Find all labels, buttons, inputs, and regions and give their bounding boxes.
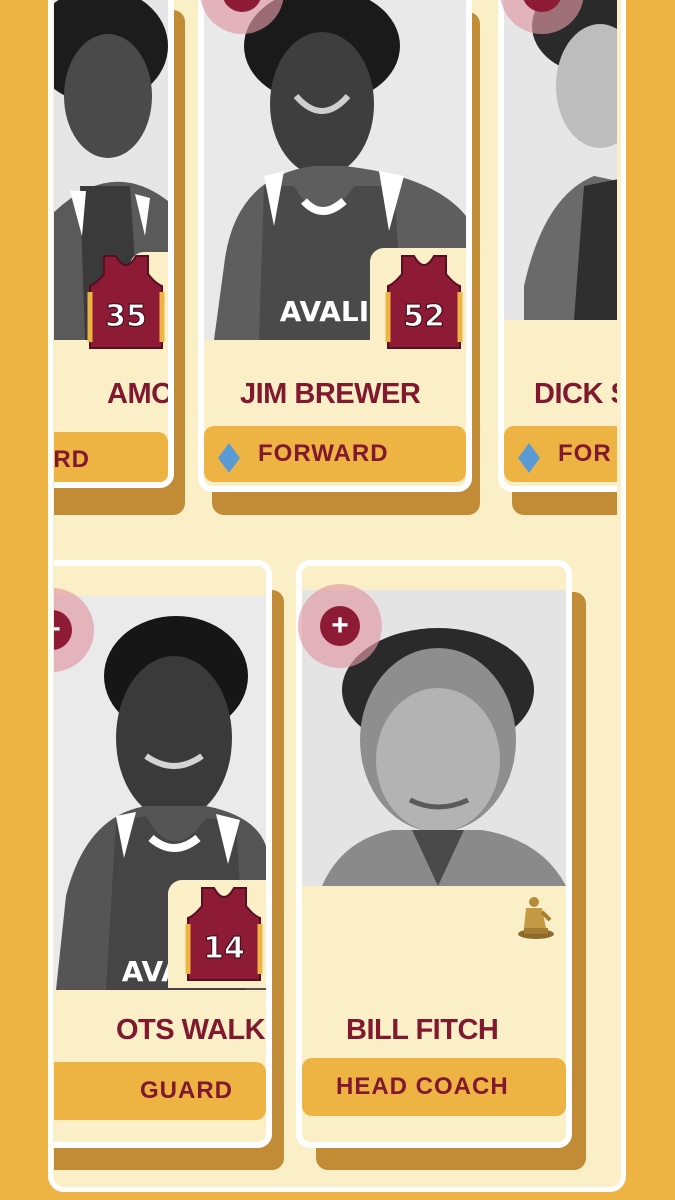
add-button[interactable]: + [298, 584, 382, 668]
jersey-icon: 52 [385, 255, 463, 349]
jersey-icon: 35 [87, 255, 165, 349]
jersey-number: 14 [203, 931, 245, 966]
player-photo [504, 0, 617, 320]
roster-screen: AMONS RD 35 [0, 0, 675, 1200]
player-name: JIM BREWER [240, 378, 421, 410]
coach-name: BILL FITCH [346, 1014, 499, 1046]
position-button[interactable]: HEAD COACH [302, 1058, 566, 1116]
position-label: FOR [558, 440, 612, 467]
player-card-1[interactable]: AMONS RD [54, 0, 174, 488]
roster-scroll-area[interactable]: AMONS RD 35 [54, 0, 617, 1200]
player-name: AMONS [107, 378, 174, 410]
position-button[interactable]: FOR [504, 426, 617, 482]
position-button[interactable]: GUARD [54, 1062, 266, 1120]
position-button[interactable]: FORWARD [204, 426, 466, 482]
trophy-statue-icon [518, 897, 554, 939]
diamond-icon [218, 443, 240, 473]
position-label: HEAD COACH [336, 1073, 509, 1100]
jersey-icon: 14 [185, 887, 263, 981]
player-card-2[interactable]: AVALIE JIM BREWER FORWARD [198, 0, 472, 492]
player-card-3[interactable]: DICK S FOR [498, 0, 617, 492]
player-name: DICK S [534, 378, 617, 410]
position-label: FORWARD [258, 440, 389, 467]
diamond-icon [518, 443, 540, 473]
jersey-number: 52 [403, 299, 445, 334]
position-button[interactable]: RD [54, 432, 168, 482]
position-label: RD [54, 446, 90, 473]
position-label: GUARD [140, 1077, 233, 1104]
player-name: OTS WALKER [116, 1014, 266, 1046]
jersey-number: 35 [105, 299, 147, 334]
